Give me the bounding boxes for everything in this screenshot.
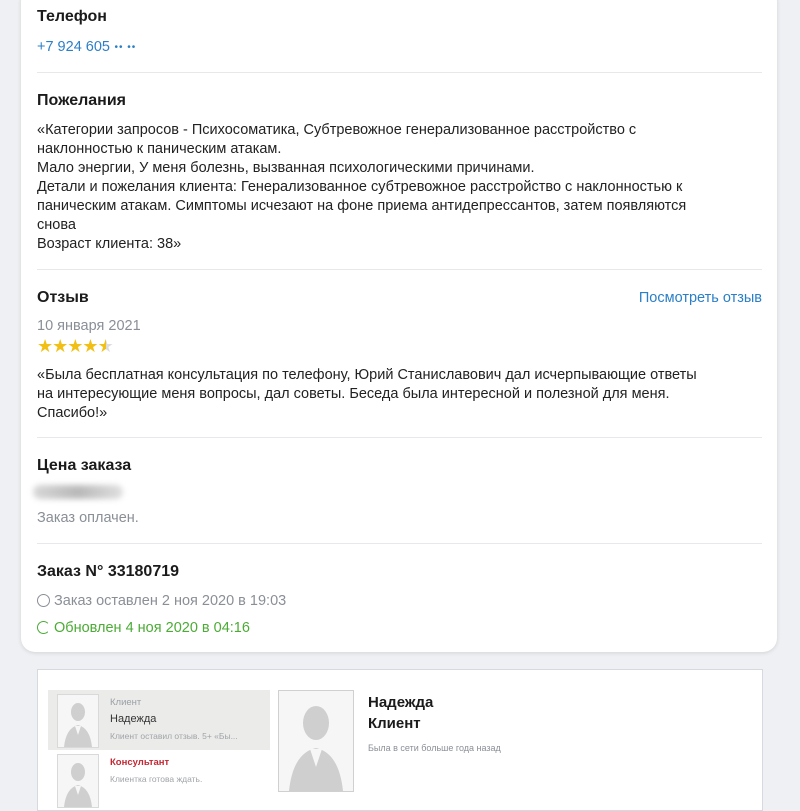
review-line: Спасибо!» — [37, 405, 108, 421]
profile-name: Надежда — [368, 694, 434, 711]
star-icon: ★ — [37, 336, 53, 356]
divider — [37, 269, 762, 270]
star-icon: ★ — [52, 336, 68, 356]
chat-role: Консультант — [110, 757, 170, 768]
order-card: Телефон +7 924 605 •• •• Пожелания «Кате… — [21, 0, 777, 652]
view-review-link[interactable]: Посмотреть отзыв — [639, 290, 762, 306]
review-heading: Отзыв — [37, 289, 89, 306]
divider — [37, 437, 762, 438]
profile-avatar — [278, 690, 354, 792]
wishes-line: Детали и пожелания клиента: Генерализова… — [37, 179, 683, 195]
price-heading: Цена заказа — [37, 457, 132, 474]
profile-name-block: Надежда Клиент — [368, 692, 433, 734]
profile-status: Была в сети больше года назад — [368, 743, 501, 753]
wishes-line: снова — [37, 217, 76, 233]
order-placed: Заказ оставлен 2 ноя 2020 в 19:03 — [37, 593, 762, 609]
user-silhouette-icon — [289, 706, 343, 791]
wishes-line: Мало энергии, У меня болезнь, вызванная … — [37, 160, 535, 176]
wishes-line: «Категории запросов - Психосоматика, Суб… — [37, 122, 637, 138]
chat-role: Клиент — [110, 697, 142, 708]
star-icon: ★ — [67, 336, 83, 356]
divider — [37, 543, 762, 544]
review-text: «Была бесплатная консультация по телефон… — [37, 366, 762, 423]
phone-link[interactable]: +7 924 605 — [37, 39, 110, 55]
chat-panel: Клиент Надежда Клиент оставил отзыв. 5+ … — [37, 669, 763, 811]
wishes-line: Возраст клиента: 38» — [37, 236, 182, 252]
chat-name: Надежда — [110, 713, 157, 725]
order-title: Заказ N° 33180719 — [37, 563, 180, 580]
avatar — [57, 694, 99, 748]
chat-list-item[interactable]: Консультант Клиентка готова ждать. — [48, 750, 270, 810]
review-line: на интересующие меня вопросы, дал советы… — [37, 386, 670, 402]
order-updated: Обновлен 4 ноя 2020 в 04:16 — [37, 620, 762, 636]
review-header: Отзыв Посмотреть отзыв — [37, 289, 762, 309]
user-silhouette-icon — [64, 703, 92, 747]
wishes-line: паническим атакам. Симптомы исчезают на … — [37, 198, 687, 214]
review-date: 10 января 2021 — [37, 318, 141, 334]
payment-status: Заказ оплачен. — [37, 510, 139, 526]
price-value-blurred — [33, 485, 123, 499]
divider — [37, 72, 762, 73]
chat-snippet: Клиент оставил отзыв. 5+ «Бы... — [110, 731, 238, 741]
clock-icon — [37, 594, 50, 607]
profile-role: Клиент — [368, 715, 421, 732]
review-line: «Была бесплатная консультация по телефон… — [37, 367, 697, 383]
chat-snippet: Клиентка готова ждать. — [110, 774, 203, 784]
star-icon: ★ — [82, 336, 98, 356]
order-placed-text: Заказ оставлен 2 ноя 2020 в 19:03 — [54, 593, 287, 609]
user-silhouette-icon — [64, 763, 92, 807]
chat-list: Клиент Надежда Клиент оставил отзыв. 5+ … — [48, 690, 270, 810]
wishes-text: «Категории запросов - Психосоматика, Суб… — [37, 121, 762, 254]
chat-list-item[interactable]: Клиент Надежда Клиент оставил отзыв. 5+ … — [48, 690, 270, 750]
star-half-icon: ★ — [97, 336, 114, 356]
rating-stars: ★★★★★ — [37, 336, 762, 357]
phone-row: +7 924 605 •• •• — [37, 38, 762, 56]
phone-masked-digits: •• •• — [114, 42, 137, 53]
order-updated-text: Обновлен 4 ноя 2020 в 04:16 — [54, 620, 250, 636]
wishes-line: наклонностью к паническим атакам. — [37, 141, 282, 157]
refresh-icon — [37, 621, 50, 634]
wishes-heading: Пожелания — [37, 92, 126, 109]
phone-heading: Телефон — [37, 8, 107, 25]
